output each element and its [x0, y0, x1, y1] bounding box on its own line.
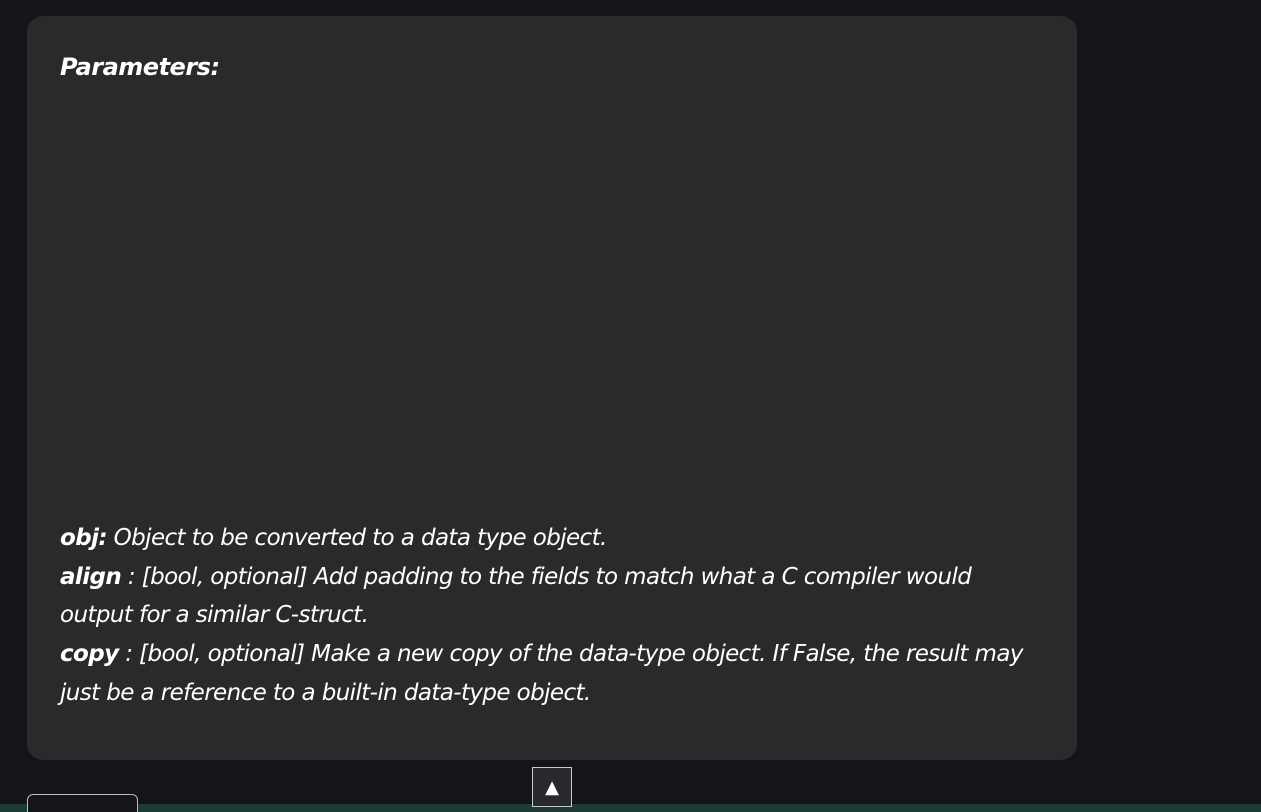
scroll-to-top-button[interactable]: ▲ [532, 767, 572, 807]
footer-strip [0, 804, 1261, 812]
param-name: align [60, 563, 122, 590]
param-name: copy [60, 641, 119, 668]
param-name: obj: [60, 525, 108, 551]
arrow-up-icon: ▲ [545, 776, 559, 798]
parameters-card: Parameters: obj: Object to be converted … [27, 16, 1077, 760]
param-description: : [bool, optional] Make a new copy of th… [60, 641, 1023, 706]
param-description: : [bool, optional] Add padding to the fi… [60, 563, 972, 629]
footer-button[interactable] [27, 794, 138, 812]
param-description: Object to be converted to a data type ob… [106, 525, 608, 551]
parameters-list: obj: Object to be converted to a data ty… [60, 519, 1040, 713]
param-copy: copy : [bool, optional] Make a new copy … [60, 635, 1040, 712]
param-obj: obj: Object to be converted to a data ty… [60, 519, 1040, 558]
page: Parameters: obj: Object to be converted … [0, 0, 1261, 812]
parameters-heading: Parameters: [60, 53, 220, 81]
param-align: align : [bool, optional] Add padding to … [60, 558, 1040, 635]
